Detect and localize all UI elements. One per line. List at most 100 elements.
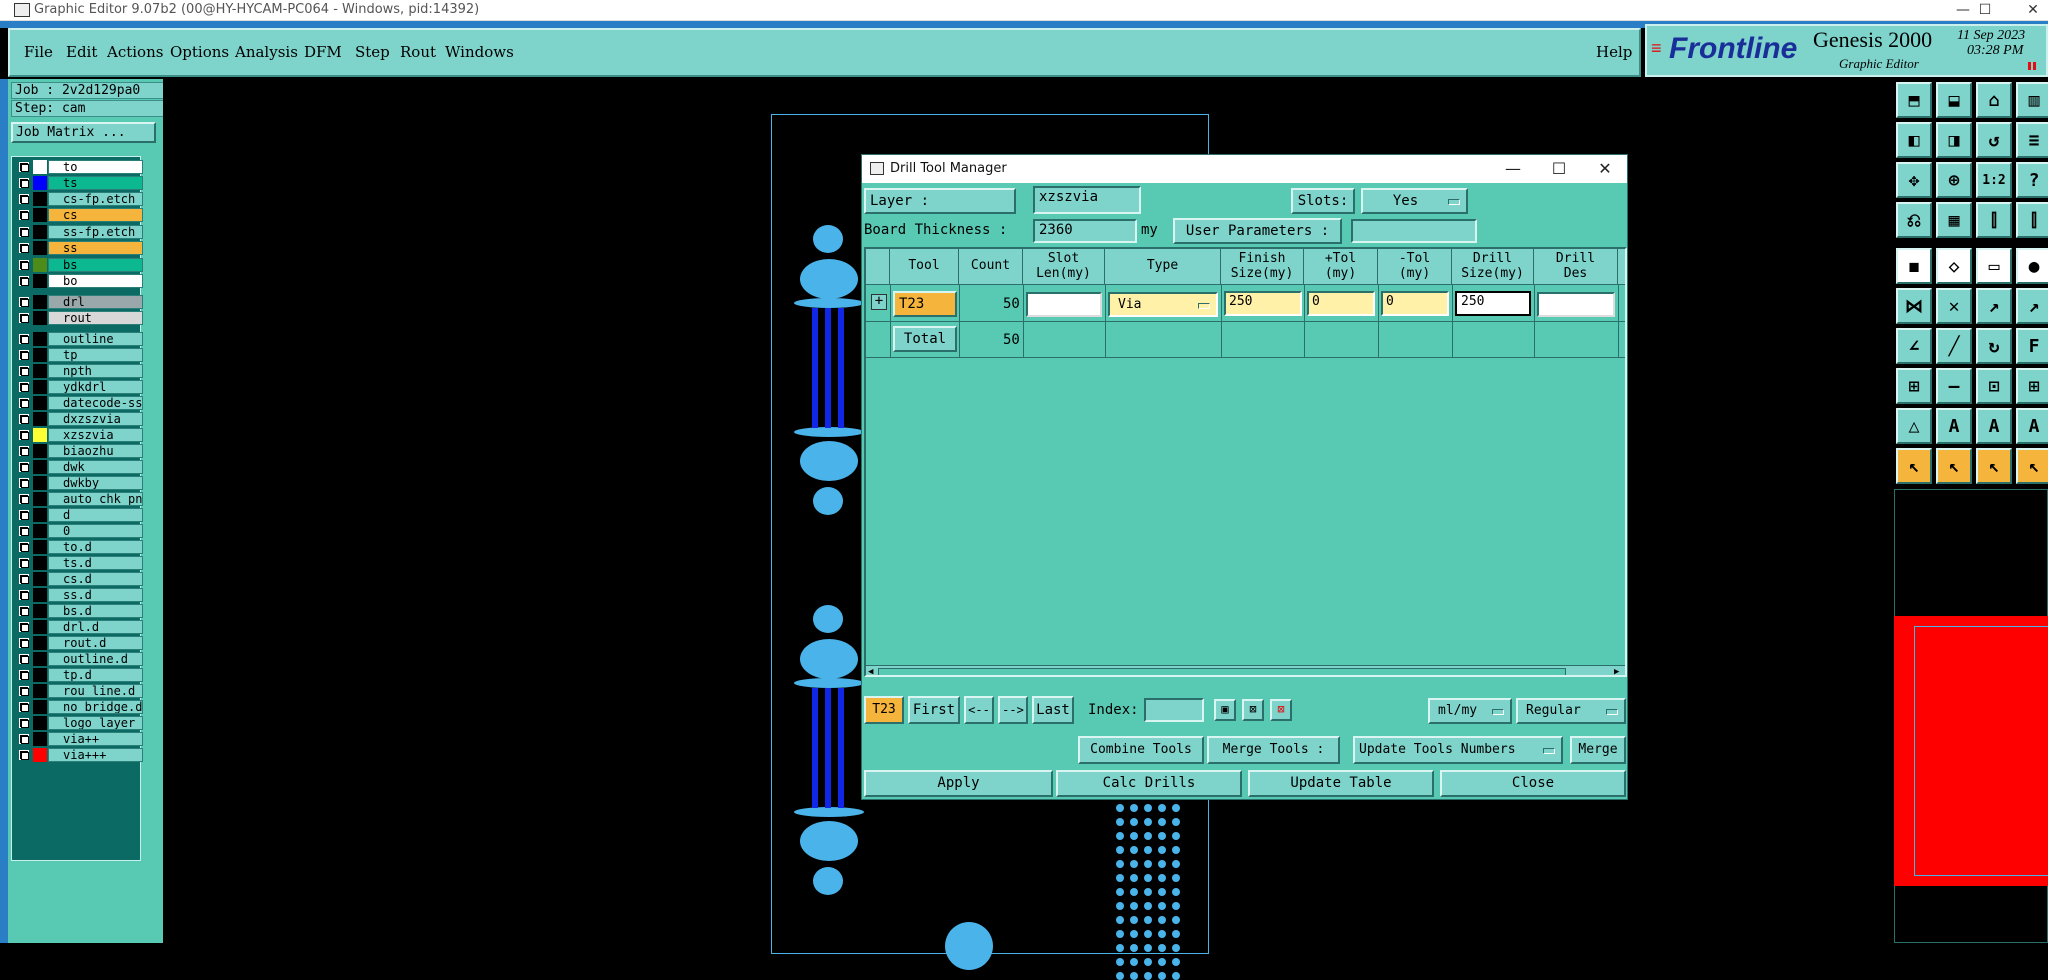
layer-checkbox[interactable] — [19, 462, 29, 472]
layer-row[interactable]: no_bridge.d — [14, 700, 143, 714]
layer-row[interactable]: xzszvia — [14, 428, 143, 442]
layer-row[interactable]: outline — [14, 332, 143, 346]
user-parameters-button[interactable]: User Parameters : — [1173, 218, 1342, 244]
home-icon[interactable]: ⌂ — [1976, 82, 2012, 118]
layer-row[interactable]: via++ — [14, 732, 143, 746]
connect-icon[interactable]: ⋈ — [1896, 288, 1932, 324]
layer-color-swatch[interactable] — [33, 364, 47, 378]
menu-dfm[interactable]: DFM — [304, 43, 342, 61]
grid-icon[interactable]: ▦ — [1936, 202, 1972, 238]
layer-checkbox[interactable] — [19, 382, 29, 392]
combine-tools-button[interactable]: Combine Tools — [1078, 736, 1204, 764]
finish-size-field[interactable]: 250 — [1224, 291, 1302, 316]
group-icon[interactable]: ⊞ — [2016, 368, 2048, 404]
last-button[interactable]: Last — [1032, 696, 1074, 724]
layer-checkbox[interactable] — [19, 313, 29, 323]
layer-row[interactable]: bo — [14, 274, 143, 288]
layer-row[interactable]: auto_chk_pn_ — [14, 492, 143, 506]
save-icon[interactable]: ⬓ — [1936, 82, 1972, 118]
plus-tol-field[interactable]: 0 — [1307, 291, 1375, 316]
layer-checkbox[interactable] — [19, 260, 29, 270]
layer-row[interactable]: tp — [14, 348, 143, 362]
delete-icon[interactable]: ⊠ — [1270, 699, 1292, 721]
layer-color-swatch[interactable] — [33, 258, 47, 272]
layer-color-swatch[interactable] — [33, 274, 47, 288]
drill-des-field[interactable] — [1537, 292, 1615, 317]
dot-icon[interactable]: ● — [2016, 248, 2048, 284]
layer-name[interactable]: 0 — [48, 524, 143, 538]
type-dropdown[interactable]: Via — [1108, 292, 1218, 317]
layer-row[interactable]: bs.d — [14, 604, 143, 618]
layer-name[interactable]: no_bridge.d — [48, 700, 143, 714]
layer-color-swatch[interactable] — [33, 508, 47, 522]
split-icon[interactable]: ⫿ — [1976, 202, 2012, 238]
draw-icon[interactable]: ∠ — [1896, 328, 1932, 364]
layer-checkbox[interactable] — [19, 276, 29, 286]
shape-icon[interactable]: ◇ — [1936, 248, 1972, 284]
layer-color-swatch[interactable] — [33, 652, 47, 666]
layer-checkbox[interactable] — [19, 366, 29, 376]
merge-button[interactable]: Merge — [1570, 736, 1626, 764]
layer-color-swatch[interactable] — [33, 716, 47, 730]
drill-size-field[interactable]: 250 — [1455, 291, 1531, 316]
layer-checkbox[interactable] — [19, 446, 29, 456]
layer-name[interactable]: cs.d — [48, 572, 143, 586]
layer-checkbox[interactable] — [19, 430, 29, 440]
layer-color-swatch[interactable] — [33, 160, 47, 174]
menu-actions[interactable]: Actions — [107, 43, 163, 61]
tri4-icon[interactable]: A — [2016, 408, 2048, 444]
layer-name[interactable]: ydkdrl — [48, 380, 143, 394]
save-icon[interactable]: ▣ — [1214, 699, 1236, 721]
layer-name[interactable]: rout — [48, 311, 143, 325]
layer-color-swatch[interactable] — [33, 444, 47, 458]
layer-name[interactable]: via++ — [48, 732, 143, 746]
layer-color-swatch[interactable] — [33, 732, 47, 746]
node-icon[interactable]: ⊞ — [1896, 368, 1932, 404]
minus-tol-field[interactable]: 0 — [1381, 291, 1449, 316]
layer-row[interactable]: via+++ — [14, 748, 143, 762]
layer-color-swatch[interactable] — [33, 332, 47, 346]
layer-checkbox[interactable] — [19, 350, 29, 360]
swap-icon[interactable]: ↺ — [1976, 122, 2012, 158]
scale-icon[interactable]: 1:2 — [1976, 162, 2012, 198]
prev-button[interactable]: <-- — [964, 696, 994, 724]
layer-name[interactable]: xzszvia — [48, 428, 143, 442]
select4-icon[interactable]: ↖ — [2016, 448, 2048, 484]
layer-field[interactable]: xzszvia — [1033, 186, 1141, 214]
layer-name[interactable]: outline — [48, 332, 143, 346]
layer-color-swatch[interactable] — [33, 460, 47, 474]
user-parameters-field[interactable] — [1351, 219, 1477, 243]
layer-row[interactable]: rou_line.d — [14, 684, 143, 698]
layer-row[interactable]: ss — [14, 241, 143, 255]
layer-checkbox[interactable] — [19, 178, 29, 188]
window-icon[interactable]: ▥ — [2016, 82, 2048, 118]
layer-color-swatch[interactable] — [33, 295, 47, 309]
layer-row[interactable]: ts.d — [14, 556, 143, 570]
layer-name[interactable]: auto_chk_pn_ — [48, 492, 143, 506]
layer-checkbox[interactable] — [19, 606, 29, 616]
layer-row[interactable]: outline.d — [14, 652, 143, 666]
layer-color-swatch[interactable] — [33, 225, 47, 239]
layer-checkbox[interactable] — [19, 590, 29, 600]
menu-step[interactable]: Step — [355, 43, 390, 61]
layer-name[interactable]: rout.d — [48, 636, 143, 650]
layer-checkbox[interactable] — [19, 638, 29, 648]
layer-checkbox[interactable] — [19, 670, 29, 680]
layer-color-swatch[interactable] — [33, 192, 47, 206]
layer-color-swatch[interactable] — [33, 241, 47, 255]
layer-name[interactable]: via+++ — [48, 748, 143, 762]
layer-name[interactable]: d — [48, 508, 143, 522]
split2-icon[interactable]: ⫿ — [2016, 202, 2048, 238]
prev-icon[interactable]: ◧ — [1896, 122, 1932, 158]
layer-checkbox[interactable] — [19, 718, 29, 728]
layer-row[interactable]: cs-fp.etch — [14, 192, 143, 206]
layer-name[interactable]: datecode-ss — [48, 396, 143, 410]
layer-row[interactable]: logo_layer_ — [14, 716, 143, 730]
layer-row[interactable]: ydkdrl — [14, 380, 143, 394]
layer-row[interactable]: ts — [14, 176, 143, 190]
layer-name[interactable]: ss.d — [48, 588, 143, 602]
layer-row[interactable]: dwkby — [14, 476, 143, 490]
measure-icon[interactable]: ≡ — [2016, 122, 2048, 158]
dialog-close-button[interactable]: ✕ — [1582, 155, 1628, 183]
layer-name[interactable]: to.d — [48, 540, 143, 554]
